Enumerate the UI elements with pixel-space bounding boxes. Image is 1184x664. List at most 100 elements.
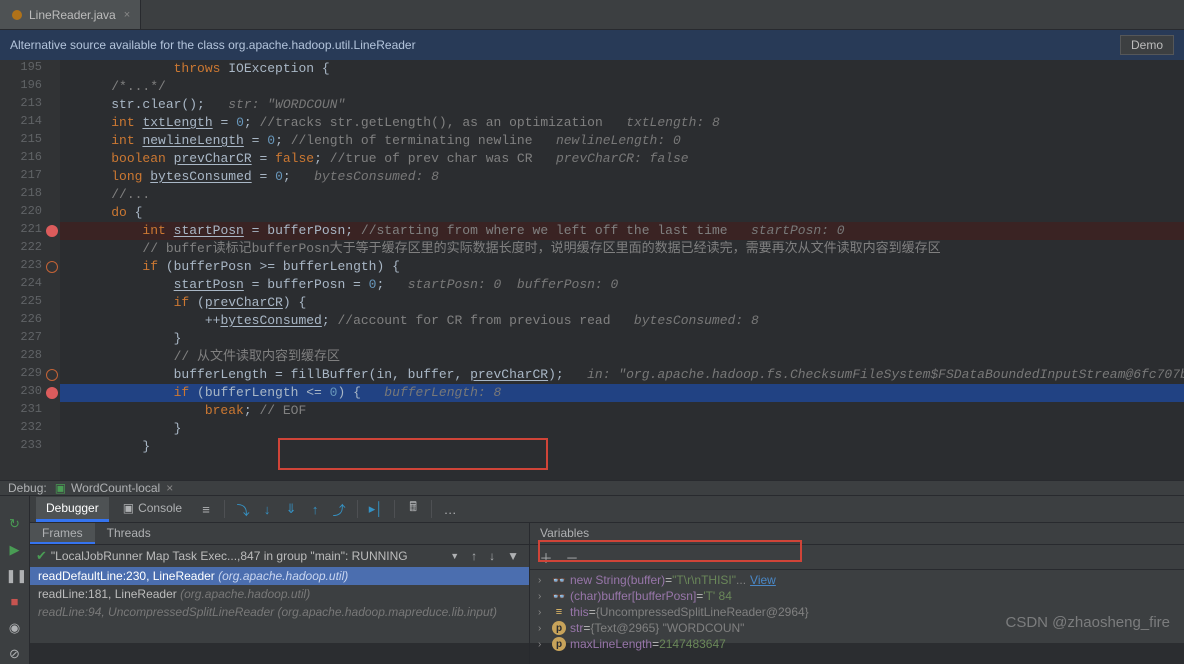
- variable-row[interactable]: ›pstr = {Text@2965} "WORDCOUN": [538, 620, 1176, 636]
- code-line[interactable]: }: [60, 438, 1184, 456]
- line-number[interactable]: 225: [0, 294, 60, 312]
- code-area[interactable]: throws IOException { /*...*/ str.clear()…: [60, 60, 1184, 474]
- line-number[interactable]: 213: [0, 96, 60, 114]
- line-number[interactable]: 231: [0, 402, 60, 420]
- run-config-name[interactable]: WordCount-local: [71, 481, 160, 495]
- line-number[interactable]: 226: [0, 312, 60, 330]
- debug-header: Debug: ▣ WordCount-local ×: [0, 481, 1184, 496]
- drop-frame-icon[interactable]: ⤴: [329, 499, 349, 519]
- chevron-down-icon[interactable]: ▼: [446, 551, 463, 561]
- step-out-icon[interactable]: ↑: [305, 499, 325, 519]
- line-number[interactable]: 230: [0, 384, 60, 402]
- frame-row[interactable]: readLine:181, LineReader (org.apache.had…: [30, 585, 529, 603]
- expand-icon[interactable]: ›: [538, 607, 552, 618]
- code-line[interactable]: // buffer读标记bufferPosn大于等于缓存区里的实际数据长度时，说…: [60, 240, 1184, 258]
- close-icon[interactable]: ×: [124, 9, 130, 21]
- code-line[interactable]: if (prevCharCR) {: [60, 294, 1184, 312]
- variable-row[interactable]: ›≡this = {UncompressedSplitLineReader@29…: [538, 604, 1176, 620]
- tab-filename: LineReader.java: [29, 8, 116, 22]
- more-icon[interactable]: …: [440, 499, 460, 519]
- code-line[interactable]: boolean prevCharCR = false; //true of pr…: [60, 150, 1184, 168]
- code-line[interactable]: ++bytesConsumed; //account for CR from p…: [60, 312, 1184, 330]
- code-line[interactable]: }: [60, 330, 1184, 348]
- thread-selector[interactable]: ✔ "LocalJobRunner Map Task Exec...,847 i…: [30, 545, 529, 567]
- frames-list[interactable]: readDefaultLine:230, LineReader (org.apa…: [30, 567, 529, 664]
- code-line[interactable]: bufferLength = fillBuffer(in, buffer, pr…: [60, 366, 1184, 384]
- tab-debugger[interactable]: Debugger: [36, 497, 109, 522]
- line-number[interactable]: 218: [0, 186, 60, 204]
- frame-row[interactable]: readLine:94, UncompressedSplitLineReader…: [30, 603, 529, 621]
- code-line[interactable]: long bytesConsumed = 0; bytesConsumed: 8: [60, 168, 1184, 186]
- code-line[interactable]: int txtLength = 0; //tracks str.getLengt…: [60, 114, 1184, 132]
- demo-button[interactable]: Demo: [1120, 35, 1174, 55]
- gutter: 1951962132142152162172182202212222232242…: [0, 60, 60, 480]
- code-line[interactable]: if (bufferLength <= 0) { bufferLength: 8: [60, 384, 1184, 402]
- line-number[interactable]: 217: [0, 168, 60, 186]
- frame-row[interactable]: readDefaultLine:230, LineReader (org.apa…: [30, 567, 529, 585]
- code-line[interactable]: [60, 456, 1184, 474]
- code-line[interactable]: str.clear(); str: "WORDCOUN": [60, 96, 1184, 114]
- evaluate-expression-icon[interactable]: 🖩: [403, 499, 423, 519]
- line-number[interactable]: 228: [0, 348, 60, 366]
- line-number[interactable]: 229: [0, 366, 60, 384]
- line-number[interactable]: 215: [0, 132, 60, 150]
- line-number[interactable]: 196: [0, 78, 60, 96]
- code-line[interactable]: int startPosn = bufferPosn; //starting f…: [60, 222, 1184, 240]
- force-step-into-icon[interactable]: ⇓: [281, 499, 301, 519]
- pause-icon[interactable]: ❚❚: [6, 568, 24, 586]
- code-line[interactable]: }: [60, 420, 1184, 438]
- expand-icon[interactable]: ›: [538, 639, 552, 650]
- line-number[interactable]: 221: [0, 222, 60, 240]
- remove-watch-icon[interactable]: －: [562, 547, 582, 567]
- line-number[interactable]: 227: [0, 330, 60, 348]
- rerun-icon[interactable]: ↻: [6, 516, 24, 534]
- add-watch-icon[interactable]: ＋: [536, 547, 556, 567]
- line-number[interactable]: 222: [0, 240, 60, 258]
- code-line[interactable]: int newlineLength = 0; //length of termi…: [60, 132, 1184, 150]
- expand-icon[interactable]: ›: [538, 591, 552, 602]
- run-to-cursor-icon[interactable]: ▸│: [366, 499, 386, 519]
- variable-row[interactable]: ›👓(char)buffer[bufferPosn] = 'T' 84: [538, 588, 1176, 604]
- line-number[interactable]: [0, 456, 60, 474]
- filter-icon[interactable]: ▼: [503, 549, 523, 563]
- view-link[interactable]: View: [750, 573, 776, 587]
- step-over-icon[interactable]: ⤵: [233, 499, 253, 519]
- resume-icon[interactable]: ▶: [6, 542, 24, 560]
- step-into-icon[interactable]: ↓: [257, 499, 277, 519]
- line-number[interactable]: 223: [0, 258, 60, 276]
- expand-icon[interactable]: ›: [538, 623, 552, 634]
- mute-breakpoints-icon[interactable]: ⊘: [6, 646, 24, 664]
- editor-tab[interactable]: LineReader.java ×: [0, 0, 141, 29]
- prev-frame-icon[interactable]: ↑: [467, 549, 481, 563]
- expand-icon[interactable]: ›: [538, 575, 552, 586]
- threads-icon[interactable]: ≡: [196, 499, 216, 519]
- code-line[interactable]: throws IOException {: [60, 60, 1184, 78]
- code-line[interactable]: /*...*/: [60, 78, 1184, 96]
- tab-console[interactable]: ▣Console: [113, 497, 192, 522]
- threads-tab[interactable]: Threads: [95, 523, 163, 544]
- view-breakpoints-icon[interactable]: ◉: [6, 620, 24, 638]
- variable-row[interactable]: ›pmaxLineLength = 2147483647: [538, 636, 1176, 652]
- editor[interactable]: 1951962132142152162172182202212222232242…: [0, 60, 1184, 480]
- java-icon: [10, 8, 24, 22]
- line-number[interactable]: 214: [0, 114, 60, 132]
- close-icon[interactable]: ×: [166, 481, 173, 495]
- line-number[interactable]: 232: [0, 420, 60, 438]
- param-icon: p: [552, 621, 566, 635]
- variables-list[interactable]: ›👓new String(buffer) = "T\r\nTHISI" ... …: [530, 570, 1184, 664]
- line-number[interactable]: 195: [0, 60, 60, 78]
- next-frame-icon[interactable]: ↓: [485, 549, 499, 563]
- line-number[interactable]: 233: [0, 438, 60, 456]
- line-number[interactable]: 224: [0, 276, 60, 294]
- line-number[interactable]: 216: [0, 150, 60, 168]
- code-line[interactable]: startPosn = bufferPosn = 0; startPosn: 0…: [60, 276, 1184, 294]
- code-line[interactable]: break; // EOF: [60, 402, 1184, 420]
- code-line[interactable]: do {: [60, 204, 1184, 222]
- code-line[interactable]: if (bufferPosn >= bufferLength) {: [60, 258, 1184, 276]
- line-number[interactable]: 220: [0, 204, 60, 222]
- code-line[interactable]: // 从文件读取内容到缓存区: [60, 348, 1184, 366]
- code-line[interactable]: //...: [60, 186, 1184, 204]
- variable-row[interactable]: ›👓new String(buffer) = "T\r\nTHISI" ... …: [538, 572, 1176, 588]
- stop-icon[interactable]: ■: [6, 594, 24, 612]
- frames-tab[interactable]: Frames: [30, 523, 95, 544]
